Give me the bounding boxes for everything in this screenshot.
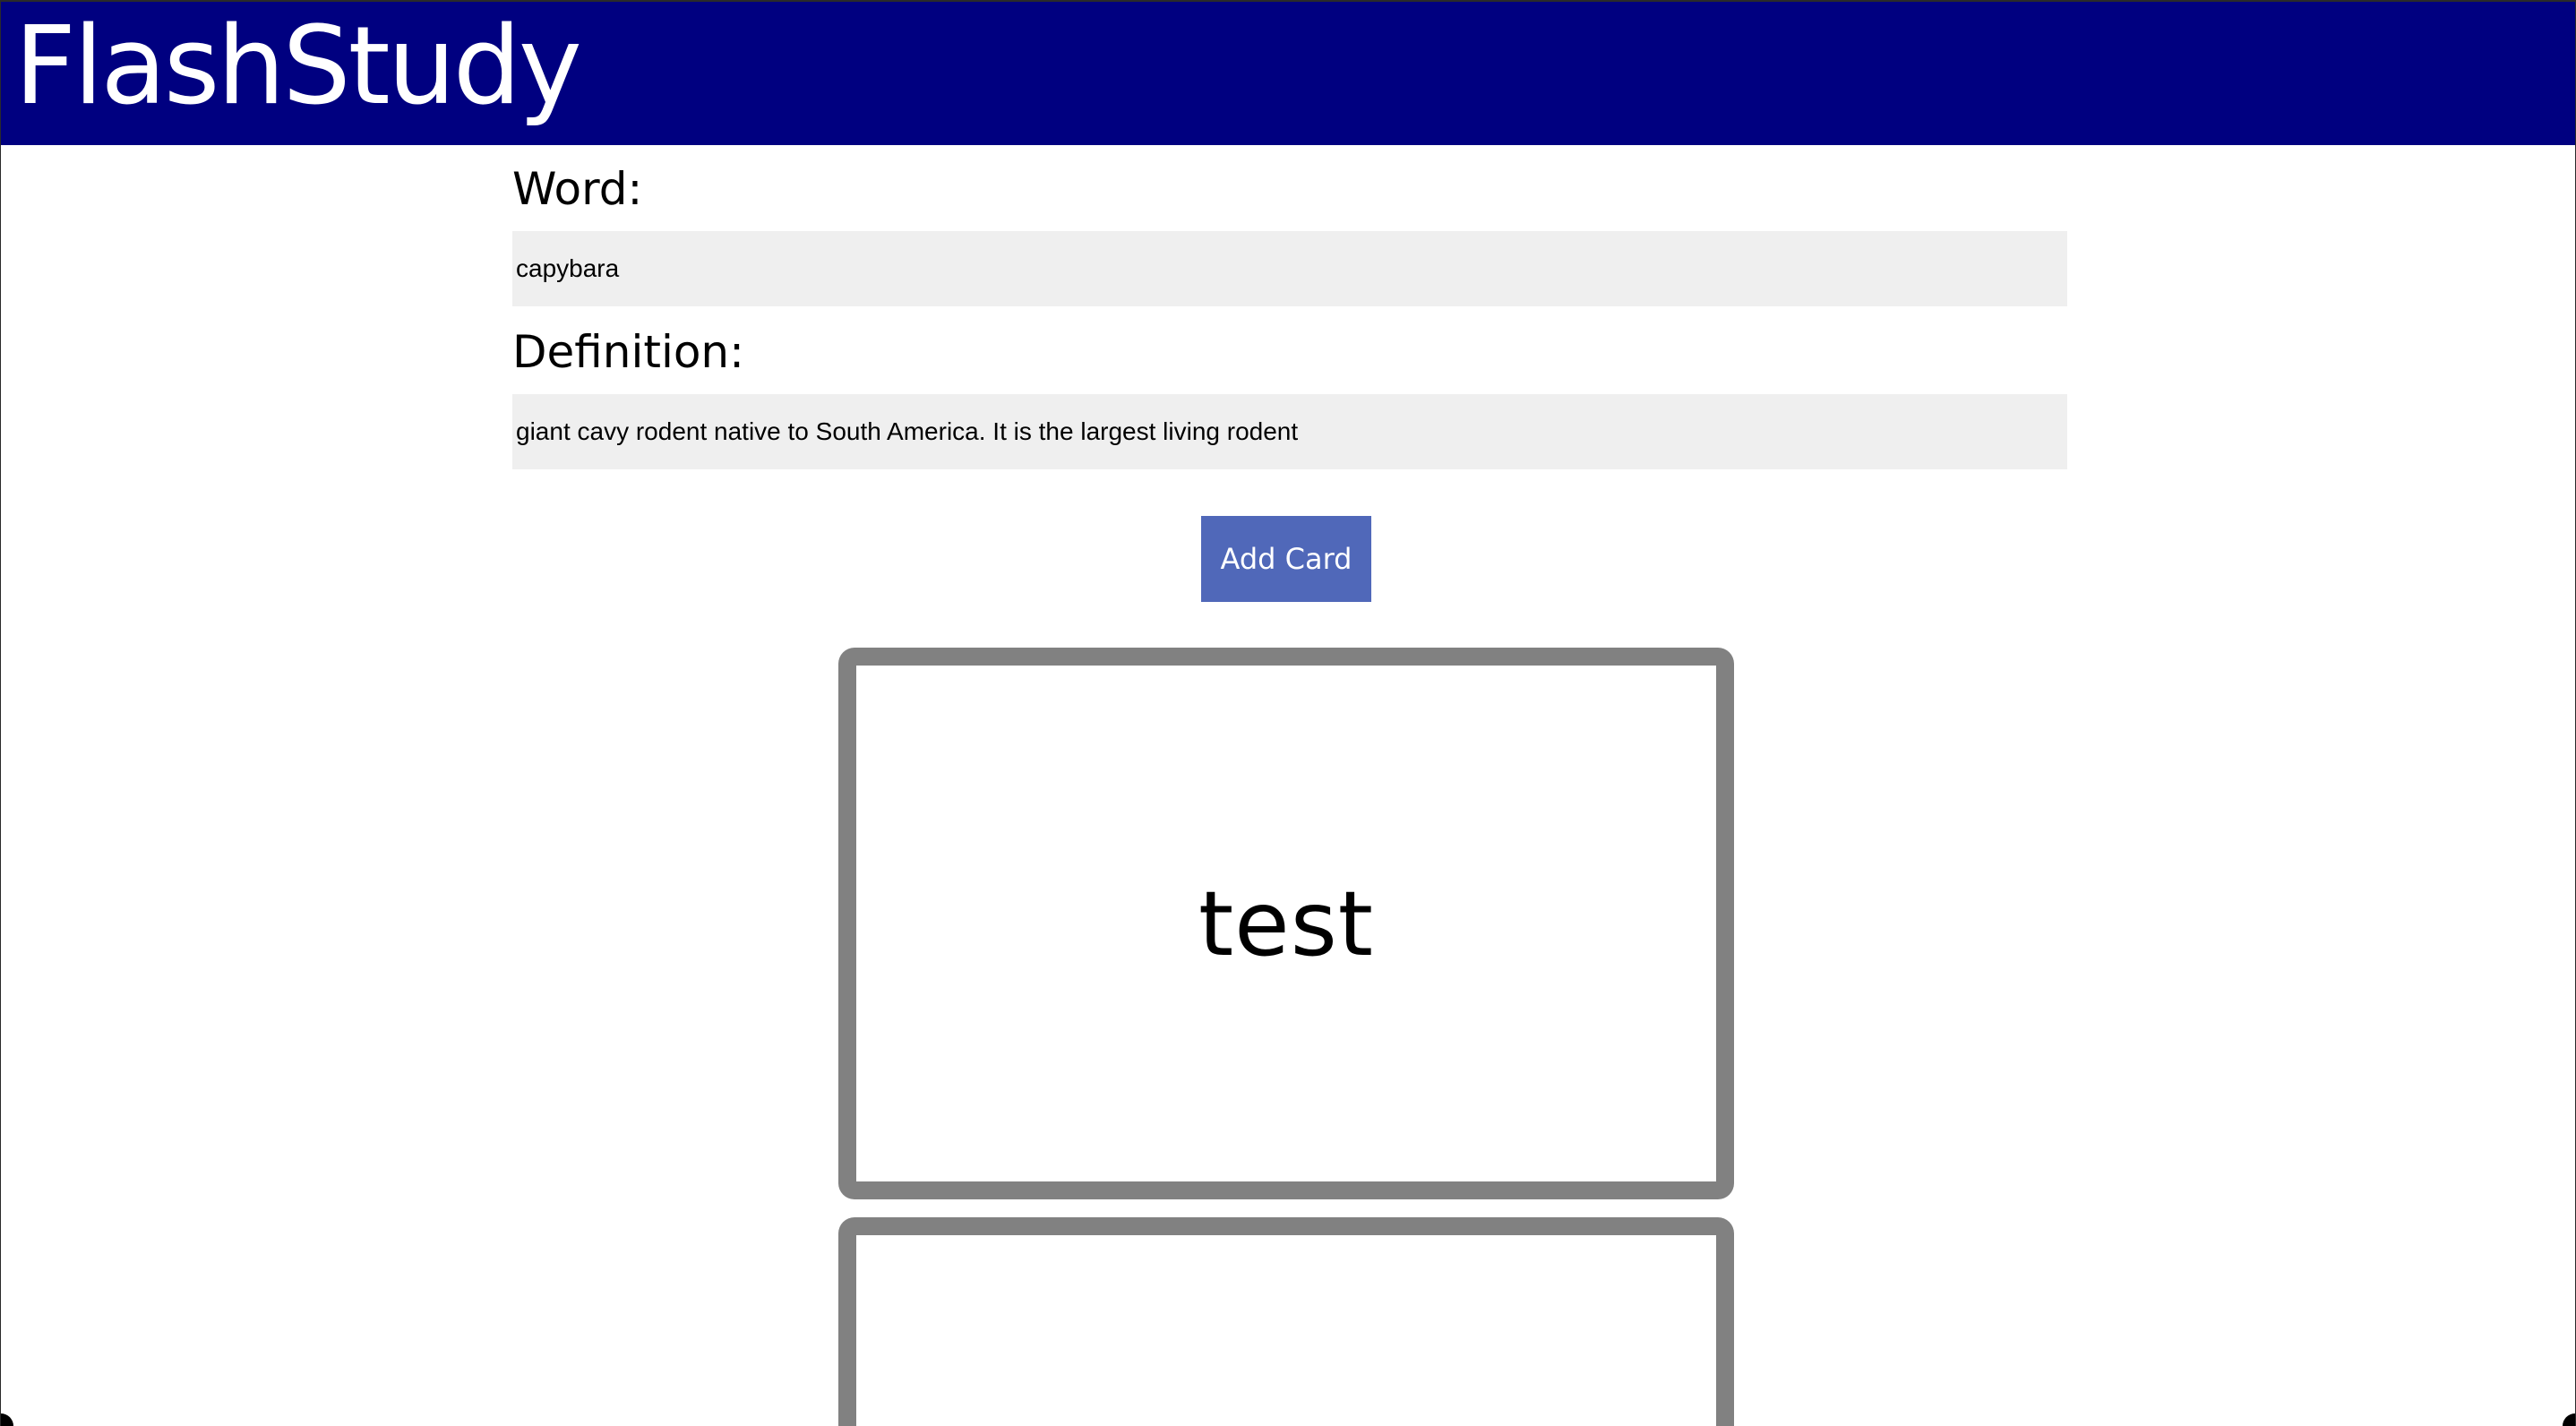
app-header: FlashStudy [0,2,2576,145]
app-title: FlashStudy [14,4,582,129]
window-corner [2563,1413,2575,1426]
definition-input[interactable] [512,394,2067,469]
flashcard-word: test [1198,871,1375,976]
word-label: Word: [512,163,643,215]
flashcard[interactable] [838,1217,1734,1426]
flashcard[interactable]: test [838,648,1734,1199]
window-corner [1,1413,13,1426]
add-card-form: Word: Definition: [512,158,2067,469]
word-input[interactable] [512,231,2067,306]
add-card-button[interactable]: Add Card [1201,516,1371,602]
definition-label: Definition: [512,326,744,378]
